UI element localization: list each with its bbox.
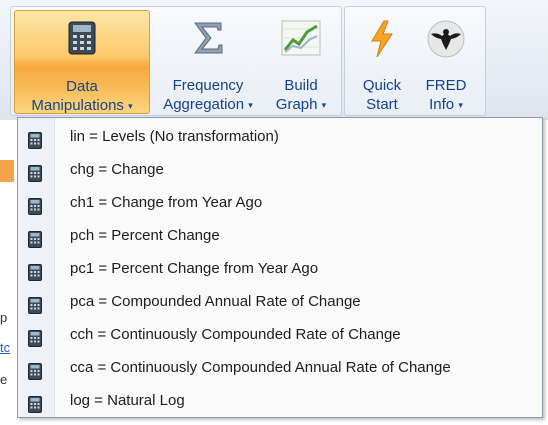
ribbon: Data Manipulations ▾ Frequency Aggregati…	[0, 0, 548, 120]
button-label-line1: Frequency	[172, 77, 244, 94]
calculator-icon	[28, 392, 42, 413]
menu-item-label: cca = Continuously Compounded Annual Rat…	[70, 359, 451, 376]
menu-item-label: pc1 = Percent Change from Year Ago	[70, 260, 319, 277]
menu-item-label: lin = Levels (No transformation)	[70, 128, 279, 145]
menu-item-pch[interactable]: pch = Percent Change	[18, 219, 542, 252]
menu-item-label: cch = Continuously Compounded Rate of Ch…	[70, 326, 401, 343]
calculator-icon	[28, 326, 42, 347]
button-label-line1: FRED	[425, 77, 467, 94]
dropdown-caret-icon: ▾	[458, 100, 463, 110]
menu-item-label: pch = Percent Change	[70, 227, 220, 244]
lightning-icon	[369, 20, 395, 63]
background-text-fragment: p	[0, 310, 8, 325]
data-manipulations-menu: lin = Levels (No transformation) chg = C…	[17, 117, 543, 418]
menu-item-pc1[interactable]: pc1 = Percent Change from Year Ago	[18, 252, 542, 285]
sigma-icon	[191, 20, 225, 61]
menu-item-label: pca = Compounded Annual Rate of Change	[70, 293, 361, 310]
button-label-line2: Graph	[275, 96, 318, 113]
calculator-icon	[28, 161, 42, 182]
build-graph-button[interactable]: Build Graph ▾	[266, 10, 336, 114]
calculator-icon	[28, 359, 42, 380]
background-fragment	[0, 160, 14, 182]
fred-info-button[interactable]: FRED Info ▾	[414, 10, 478, 114]
calculator-icon	[28, 293, 42, 314]
frequency-aggregation-button[interactable]: Frequency Aggregation ▾	[150, 10, 266, 114]
button-label-line2: Start	[366, 96, 398, 113]
button-label-line1: Data	[66, 78, 98, 95]
background-link-fragment: tc	[0, 340, 11, 355]
menu-item-pca[interactable]: pca = Compounded Annual Rate of Change	[18, 285, 542, 318]
button-label-line1: Build	[284, 77, 318, 94]
line-graph-icon	[281, 20, 321, 61]
quick-start-button[interactable]: Quick Start	[350, 10, 414, 114]
button-label-line2: Aggregation	[163, 96, 245, 113]
dropdown-caret-icon: ▾	[321, 100, 327, 110]
button-label-line1: Quick	[362, 77, 402, 94]
menu-item-log[interactable]: log = Natural Log	[18, 384, 542, 417]
menu-item-label: ch1 = Change from Year Ago	[70, 194, 263, 211]
menu-item-lin[interactable]: lin = Levels (No transformation)	[18, 120, 542, 153]
dropdown-caret-icon: ▾	[248, 100, 253, 110]
menu-item-cca[interactable]: cca = Continuously Compounded Annual Rat…	[18, 351, 542, 384]
dropdown-caret-icon: ▾	[128, 101, 133, 111]
calculator-icon	[28, 128, 42, 149]
menu-item-ch1[interactable]: ch1 = Change from Year Ago	[18, 186, 542, 219]
eagle-icon	[427, 20, 465, 63]
menu-item-label: chg = Change	[70, 161, 164, 178]
menu-item-chg[interactable]: chg = Change	[18, 153, 542, 186]
button-label-line2: Info	[429, 96, 455, 113]
calculator-icon	[68, 21, 96, 60]
menu-item-cch[interactable]: cch = Continuously Compounded Rate of Ch…	[18, 318, 542, 351]
button-label-line2: Manipulations	[31, 97, 124, 114]
background-text-fragment: e	[0, 372, 8, 387]
calculator-icon	[28, 194, 42, 215]
calculator-icon	[28, 260, 42, 281]
calculator-icon	[28, 227, 42, 248]
data-manipulations-button[interactable]: Data Manipulations ▾	[14, 10, 150, 114]
menu-item-label: log = Natural Log	[70, 392, 185, 409]
